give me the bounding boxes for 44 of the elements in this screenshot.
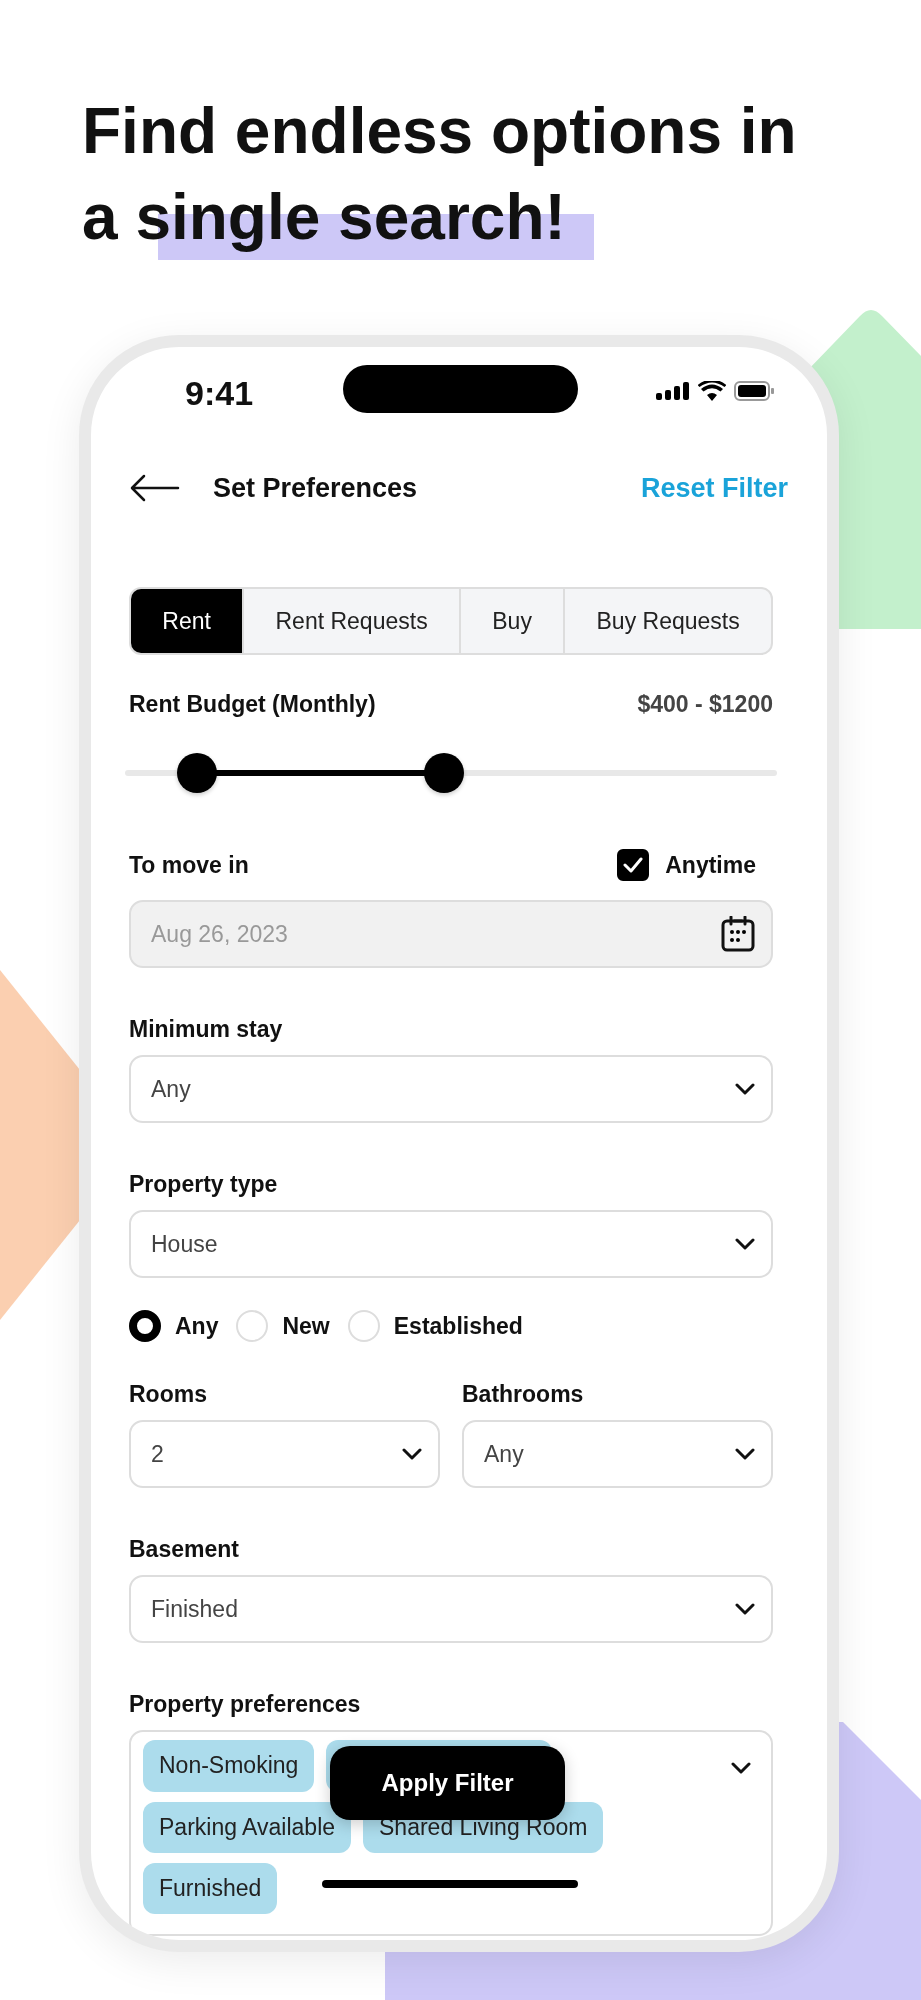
- dropdown[interactable]: Any: [462, 1420, 773, 1488]
- check-icon: [623, 857, 644, 873]
- dropdown[interactable]: Finished: [129, 1575, 773, 1643]
- field-label: Rent Budget (Monthly): [129, 690, 376, 718]
- tag-chip[interactable]: Furnished: [143, 1863, 278, 1914]
- radio-option[interactable]: New: [236, 1310, 330, 1342]
- range-slider[interactable]: [125, 753, 777, 793]
- dropdown[interactable]: Any: [129, 1055, 773, 1123]
- apply-filter-button[interactable]: Apply Filter: [330, 1746, 565, 1820]
- field-label: Rooms: [129, 1381, 208, 1408]
- field-label: Basement: [129, 1536, 240, 1563]
- tab[interactable]: Rent: [131, 589, 243, 653]
- field-label: To move in: [129, 851, 249, 879]
- checkbox-label: Anytime: [665, 851, 756, 879]
- back-arrow-icon[interactable]: [130, 474, 180, 502]
- field-label: Property preferences: [129, 1691, 362, 1718]
- radio-option[interactable]: Any: [129, 1310, 219, 1342]
- battery-icon: [734, 381, 774, 401]
- tab[interactable]: Rent Requests: [242, 589, 459, 653]
- slider-thumb[interactable]: [176, 753, 217, 793]
- tag-chip[interactable]: Non-Smoking: [143, 1740, 315, 1792]
- page-title: Set Preferences: [213, 472, 419, 504]
- chevron-icon: [735, 1448, 755, 1460]
- budget-range: $400 - $1200: [637, 690, 773, 718]
- checkbox[interactable]: [617, 849, 650, 881]
- status-time: 9:41: [185, 373, 254, 413]
- tab[interactable]: Buy Requests: [563, 589, 771, 653]
- chevron-icon: [735, 1603, 755, 1615]
- chevron-icon: [735, 1238, 755, 1250]
- slider-thumb[interactable]: [424, 753, 465, 793]
- dropdown[interactable]: 2: [129, 1420, 440, 1488]
- field-label: Bathrooms: [462, 1381, 585, 1408]
- tab[interactable]: Buy: [458, 589, 564, 653]
- calendar-icon: [721, 916, 755, 952]
- field-label: Property type: [129, 1171, 279, 1198]
- signal-icon: [656, 382, 690, 400]
- chevron-icon: [735, 1083, 755, 1095]
- dropdown[interactable]: House: [129, 1210, 773, 1278]
- chevron-icon: [731, 1762, 751, 1774]
- field-label: Minimum stay: [129, 1016, 284, 1043]
- radio-option[interactable]: Established: [347, 1310, 523, 1342]
- wifi-icon: [698, 381, 726, 401]
- tag-chip[interactable]: Parking Available: [143, 1802, 352, 1853]
- chevron-icon: [402, 1448, 422, 1460]
